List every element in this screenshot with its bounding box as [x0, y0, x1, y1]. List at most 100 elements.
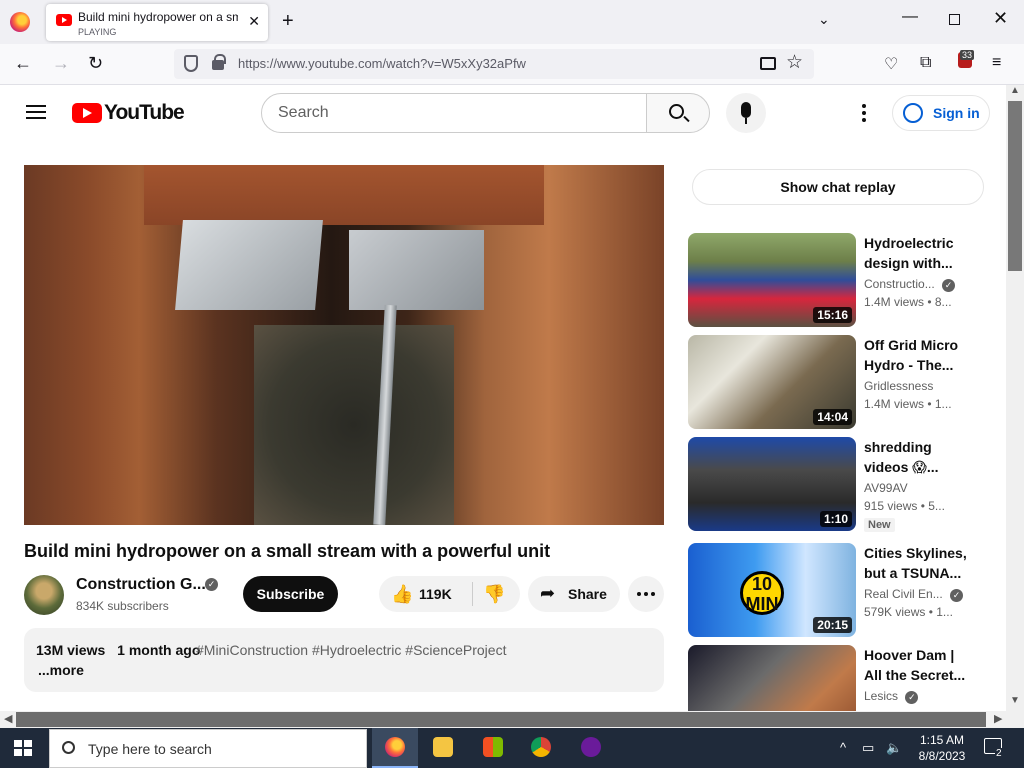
recommendation-item[interactable]: Hoover Dam | All the Secret... Lesics ✓	[688, 645, 988, 711]
more-actions-button[interactable]	[628, 576, 664, 612]
windows-taskbar: Type here to search ^ ▭ 🔈 1:15 AM 8/8/20…	[0, 728, 1024, 768]
recommendation-thumbnail[interactable]: 15:16	[688, 233, 856, 327]
close-window-icon[interactable]: ✕	[993, 8, 1008, 29]
recommendation-title[interactable]: shredding videos 😱...	[864, 437, 970, 477]
search-icon	[62, 741, 75, 754]
extension-badge-count: 33	[960, 50, 975, 60]
firefox-icon[interactable]	[10, 12, 30, 32]
video-player[interactable]	[24, 165, 664, 525]
tab-status: PLAYING	[78, 27, 117, 37]
voice-search-button[interactable]	[726, 93, 766, 133]
like-dislike-group: 👍 119K 👎	[379, 576, 520, 612]
recommendation-thumbnail[interactable]: 14:04	[688, 335, 856, 429]
description-more-link[interactable]: ...more	[38, 662, 84, 678]
list-all-tabs-chevron-icon[interactable]: ⌄	[818, 11, 830, 28]
taskbar-chrome[interactable]	[518, 728, 564, 768]
taskbar-firefox[interactable]	[372, 728, 418, 768]
mask-app-icon	[581, 737, 601, 757]
recommendation-item[interactable]: 14:04 Off Grid Micro Hydro - The... Grid…	[688, 335, 988, 429]
taskbar-search-placeholder: Type here to search	[88, 741, 212, 757]
channel-name[interactable]: Construction G...	[76, 576, 206, 594]
recommendation-channel: Constructio... ✓	[864, 277, 956, 292]
tab-close-icon[interactable]: ✕	[248, 13, 260, 30]
taskbar-clock[interactable]: 1:15 AM 8/8/2023	[912, 732, 972, 764]
forward-arrow-icon[interactable]: →	[52, 53, 70, 74]
scroll-right-arrow-icon[interactable]: ▶	[994, 712, 1002, 725]
subscribe-button[interactable]: Subscribe	[243, 576, 338, 612]
vertical-scroll-thumb[interactable]	[1008, 101, 1022, 271]
show-chat-replay-button[interactable]: Show chat replay	[692, 169, 984, 205]
dislike-thumb-icon[interactable]: 👎	[483, 584, 505, 605]
share-button[interactable]: ➦ Share	[528, 576, 620, 612]
browser-tab-strip: Build mini hydropower on a sm PLAYING ✕ …	[0, 0, 1024, 44]
show-hidden-icons-chevron-icon[interactable]: ^	[840, 740, 846, 755]
new-badge: New	[864, 518, 895, 532]
recommendation-views: 1.4M views • 1...	[864, 397, 952, 411]
bookmark-star-icon[interactable]: ☆	[786, 51, 803, 74]
lock-icon[interactable]	[212, 54, 226, 70]
recommendation-thumbnail[interactable]	[688, 645, 856, 711]
network-icon[interactable]: ▭	[862, 740, 874, 756]
scroll-down-arrow-icon[interactable]: ▼	[1010, 695, 1020, 706]
browser-navigation-bar: ← → ↻ https://www.youtube.com/watch?v=W5…	[0, 44, 1024, 85]
tracking-protection-shield-icon[interactable]	[184, 55, 198, 72]
like-count[interactable]: 119K	[419, 586, 452, 602]
new-tab-icon[interactable]: +	[282, 10, 294, 33]
search-icon	[669, 104, 684, 119]
taskbar-store[interactable]	[470, 728, 516, 768]
recommendation-title[interactable]: Hydroelectric design with...	[864, 233, 970, 273]
picture-in-picture-icon[interactable]	[760, 57, 776, 70]
description-box[interactable]: 13M views 1 month ago #MiniConstruction …	[24, 628, 664, 692]
taskbar-app-mask[interactable]	[568, 728, 614, 768]
chrome-icon	[531, 737, 551, 757]
recommendation-title[interactable]: Off Grid Micro Hydro - The...	[864, 335, 970, 375]
recommendation-item[interactable]: 15:16 Hydroelectric design with... Const…	[688, 233, 988, 327]
taskbar-search-input[interactable]: Type here to search	[49, 729, 367, 768]
recommendation-title[interactable]: Hoover Dam | All the Secret...	[864, 645, 970, 685]
recommendation-item[interactable]: 1:10 shredding videos 😱... AV99AV 915 vi…	[688, 437, 988, 532]
account-circle-icon	[903, 103, 923, 123]
maximize-window-icon[interactable]	[949, 14, 960, 25]
like-thumb-icon[interactable]: 👍	[391, 584, 413, 605]
guide-menu-icon[interactable]	[26, 105, 46, 119]
upload-age: 1 month ago	[117, 642, 201, 658]
video-duration: 14:04	[813, 409, 852, 425]
horizontal-scrollbar[interactable]: ◀ ▶	[0, 711, 1006, 728]
channel-avatar[interactable]	[24, 575, 64, 615]
address-bar[interactable]: https://www.youtube.com/watch?v=W5xXy32a…	[174, 49, 814, 79]
verified-check-icon: ✓	[905, 691, 919, 704]
share-arrow-icon: ➦	[540, 583, 556, 603]
scroll-up-arrow-icon[interactable]: ▲	[1010, 85, 1020, 96]
recommendation-title[interactable]: Cities Skylines, but a TSUNA...	[864, 543, 970, 583]
youtube-logo-icon[interactable]	[72, 103, 102, 123]
windows-start-icon[interactable]	[14, 740, 32, 756]
url-text[interactable]: https://www.youtube.com/watch?v=W5xXy32a…	[238, 56, 526, 71]
taskbar-file-explorer[interactable]	[420, 728, 466, 768]
scroll-left-arrow-icon[interactable]: ◀	[4, 712, 12, 725]
settings-more-icon[interactable]	[862, 104, 866, 122]
pocket-icon[interactable]: ♡	[884, 54, 898, 74]
recommendation-thumbnail[interactable]: 1:10	[688, 437, 856, 531]
sign-in-button[interactable]: Sign in	[892, 95, 990, 131]
vertical-scrollbar[interactable]: ▲ ▼	[1006, 85, 1024, 711]
hamburger-menu-icon[interactable]: ≡	[992, 54, 1001, 72]
hashtags[interactable]: #MiniConstruction #Hydroelectric #Scienc…	[196, 642, 506, 658]
extensions-puzzle-icon[interactable]: ⧉	[920, 54, 931, 72]
recommendation-item[interactable]: 10 MIN 20:15 Cities Skylines, but a TSUN…	[688, 543, 988, 637]
youtube-logo-text[interactable]: YouTube	[104, 101, 185, 125]
horizontal-scroll-thumb[interactable]	[16, 712, 986, 727]
clock-date: 8/8/2023	[918, 749, 966, 763]
back-arrow-icon[interactable]: ←	[14, 53, 32, 74]
search-button[interactable]	[646, 93, 710, 133]
tab-youtube[interactable]: Build mini hydropower on a sm PLAYING ✕	[46, 4, 268, 41]
volume-icon[interactable]: 🔈	[886, 740, 902, 756]
reload-icon[interactable]: ↻	[88, 53, 103, 74]
search-input[interactable]: Search	[261, 93, 647, 133]
minimize-window-icon[interactable]: —	[902, 8, 918, 26]
recommendation-thumbnail[interactable]: 10 MIN 20:15	[688, 543, 856, 637]
video-duration: 1:10	[819, 511, 852, 527]
search-placeholder: Search	[278, 104, 329, 121]
clock-time: 1:15 AM	[919, 733, 965, 747]
folder-icon	[433, 737, 453, 757]
recommendation-channel: AV99AV	[864, 481, 908, 495]
